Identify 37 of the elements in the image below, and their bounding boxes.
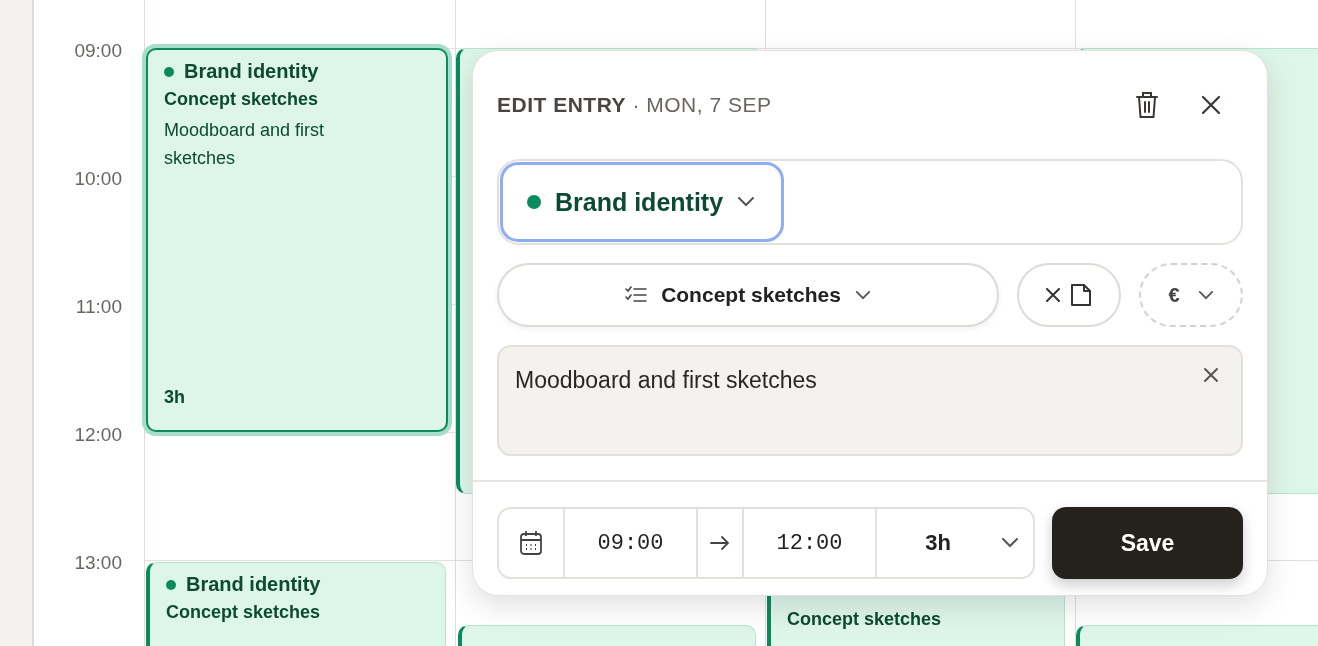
event-task: Concept sketches: [166, 602, 322, 623]
hour-label: 11:00: [75, 296, 122, 318]
hour-label: 13:00: [74, 552, 122, 574]
hour-label: 09:00: [74, 40, 122, 62]
arrow-right-icon: [710, 535, 730, 551]
project-dot: [166, 579, 176, 590]
project-dot: [164, 66, 174, 77]
event-task: Concept sketches: [787, 609, 943, 630]
event-description: Moodboard and first sketches: [164, 119, 326, 170]
document-icon: [1070, 283, 1092, 307]
chevron-icon: [1001, 538, 1019, 548]
clear-icon[interactable]: [1203, 367, 1219, 383]
event-project: Brand identity: [184, 60, 319, 83]
note-text: Moodboard and first sketches: [515, 367, 817, 394]
checklist-icon: [625, 286, 648, 304]
close-icon: [1046, 288, 1060, 302]
start-time-field[interactable]: 09:00: [565, 509, 698, 577]
hour-label: 10:00: [74, 168, 122, 190]
duration-select[interactable]: 3h: [877, 509, 1033, 577]
note-field[interactable]: Moodboard and first sketches: [497, 345, 1243, 456]
currency-select[interactable]: €: [1139, 263, 1243, 327]
event-duration: 3h: [164, 387, 186, 409]
trash-icon[interactable]: [1135, 91, 1159, 119]
task-select[interactable]: Concept sketches: [497, 263, 999, 327]
calendar-icon[interactable]: [519, 530, 543, 556]
hour-label: 12:00: [74, 424, 122, 446]
calendar-event[interactable]: Brand identity Concept sketches: [146, 562, 446, 646]
event-project: Brand identity: [186, 573, 321, 596]
chevron-icon: [1197, 290, 1214, 300]
chevron-icon: [854, 290, 871, 300]
dialog-title: EDIT ENTRY · MON, 7 SEP: [497, 93, 772, 117]
chevron-icon: [737, 197, 756, 207]
close-icon[interactable]: [1201, 95, 1221, 115]
save-button[interactable]: Save: [1052, 507, 1243, 579]
end-time-field[interactable]: 12:00: [744, 509, 877, 577]
project-select[interactable]: Brand identity: [500, 162, 785, 242]
event-task: Concept sketches: [164, 89, 320, 110]
